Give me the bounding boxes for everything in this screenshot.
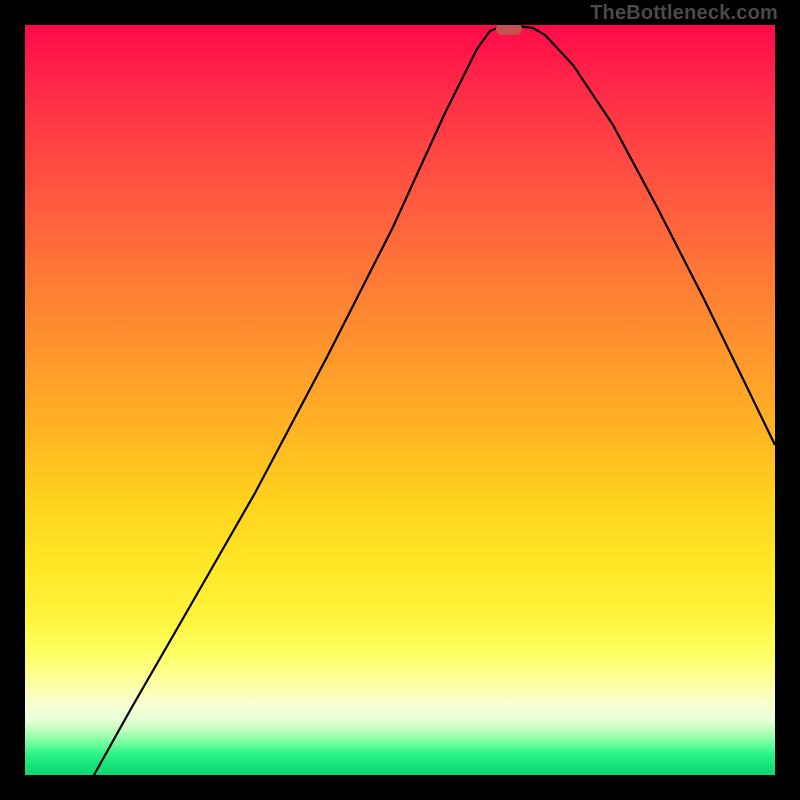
watermark-text: TheBottleneck.com — [590, 2, 778, 25]
plot-area — [25, 25, 775, 775]
bottleneck-curve-path — [94, 26, 775, 775]
curve-svg — [25, 25, 775, 775]
chart-frame: TheBottleneck.com — [0, 0, 800, 800]
optimal-marker — [496, 25, 522, 35]
